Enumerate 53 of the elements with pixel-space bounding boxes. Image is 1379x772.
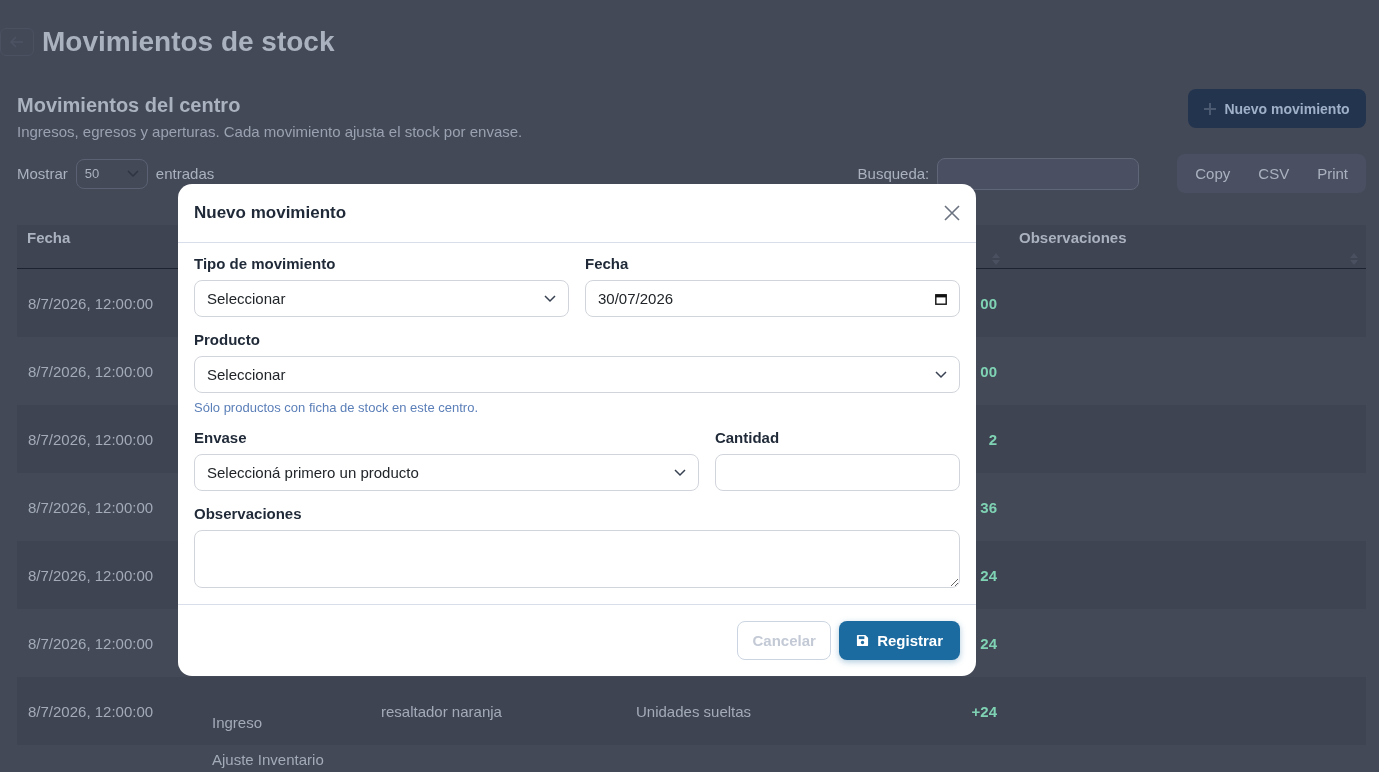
container-cell-text: Unidades sueltas (635, 702, 753, 720)
notes-textarea[interactable] (194, 530, 960, 588)
entries-label: entradas (155, 165, 215, 182)
type-cell-text: Ingreso (211, 714, 264, 731)
close-icon[interactable] (944, 205, 960, 221)
field-label: Observaciones (194, 505, 303, 522)
product-cell-text: resaltador naranja (380, 702, 503, 720)
quantity-cell-text: 24 (979, 634, 998, 652)
date-cell-text: 8/7/2026, 12:00:00 (27, 702, 155, 720)
column-header[interactable]: Observaciones (1008, 228, 1366, 246)
select-field[interactable]: Seleccioná primero un producto (194, 454, 699, 491)
save-icon (856, 634, 870, 647)
date-cell-text: 8/7/2026, 12:00:00 (27, 430, 155, 448)
export-button[interactable]: CSV (1244, 154, 1304, 193)
register-button[interactable]: Registrar (839, 621, 960, 660)
field-label: Producto (194, 331, 261, 348)
chevron-icon (673, 468, 686, 477)
date-field[interactable]: 30/07/2026 (585, 280, 960, 317)
export-button[interactable]: Print (1303, 154, 1362, 193)
show-label: Mostrar (17, 165, 68, 182)
quantity-cell-text: 24 (979, 566, 998, 584)
field-label: Tipo de movimiento (194, 255, 337, 272)
quantity-input[interactable] (714, 454, 960, 491)
new-movement-button[interactable]: Nuevo movimiento (1188, 89, 1366, 128)
page-title: Movimientos de stock (42, 26, 335, 58)
calendar-icon[interactable] (935, 292, 947, 305)
date-cell-text: 8/7/2026, 12:00:00 (27, 294, 155, 312)
quantity-cell-text: +24 (970, 702, 998, 720)
chevron-icon (544, 294, 556, 303)
date-cell-text: 8/7/2026, 12:00:00 (27, 566, 155, 584)
section-subtitle: Ingresos, egresos y aperturas. Cada movimiento ajusta el stock por envase. (17, 123, 523, 140)
date-cell-text: 8/7/2026, 12:00:00 (27, 498, 155, 516)
quantity-cell-text: 00 (979, 362, 998, 380)
search-field[interactable] (937, 157, 1140, 190)
search-label: Busqueda: (857, 165, 930, 182)
field-label: Fecha (585, 255, 630, 272)
quantity-cell-text: 2 (987, 430, 998, 448)
section-title: Movimientos del centro (17, 94, 242, 117)
field-hint: Sólo productos con ficha de stock en este centro. (194, 400, 479, 415)
chevron-icon (935, 370, 947, 379)
field-label: Cantidad (714, 429, 781, 446)
plus-icon (1204, 102, 1217, 115)
export-button[interactable]: Copy (1181, 154, 1245, 193)
select-field[interactable]: Seleccionar (194, 280, 569, 317)
date-cell-text: 8/7/2026, 12:00:00 (27, 362, 155, 380)
quantity-cell-text: 00 (979, 294, 998, 312)
type-cell-text: Ajuste Inventario (211, 751, 325, 768)
page-size-select[interactable]: 50 (75, 158, 148, 189)
modal-title: Nuevo movimiento (194, 203, 347, 223)
quantity-cell-text: 36 (979, 498, 998, 516)
field-label: Envase (194, 429, 248, 446)
select-field[interactable]: Seleccionar (194, 356, 960, 393)
date-cell-text: 8/7/2026, 12:00:00 (27, 634, 155, 652)
